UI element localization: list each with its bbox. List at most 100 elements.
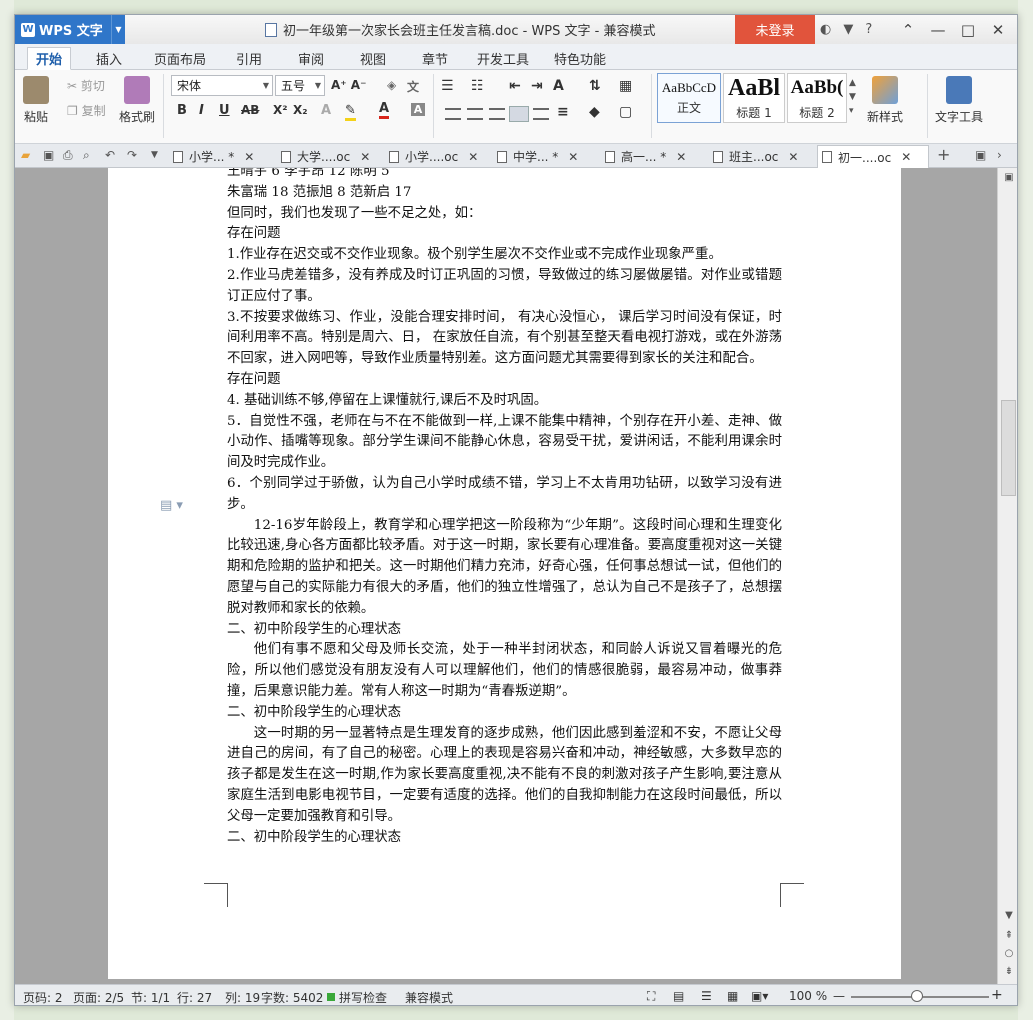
zoom-out-icon[interactable]: — — [833, 989, 845, 1003]
shading-button[interactable]: ◆ — [589, 104, 600, 120]
align-left-icon[interactable] — [445, 108, 461, 120]
subscript-button[interactable]: X₂ — [293, 103, 308, 117]
text-effect-button[interactable]: A — [321, 103, 331, 118]
print-icon[interactable]: ⎙ — [63, 148, 73, 163]
reading-view-icon[interactable]: ▣▾ — [751, 989, 768, 1003]
bullet-list-button[interactable]: ☰ — [441, 78, 454, 94]
web-view-icon[interactable]: ▦ — [727, 989, 738, 1003]
document-page[interactable]: ▤ ▾ 王晴宇 6 李宇昂 12 陈明 5 朱富瑞 18 范振旭 8 范新启 1… — [108, 168, 901, 979]
open-icon[interactable]: ▰ — [21, 148, 30, 162]
tab-insert[interactable]: 插入 — [87, 47, 131, 70]
document-text[interactable]: 王晴宇 6 李宇昂 12 陈明 5 朱富瑞 18 范振旭 8 范新启 17 但同… — [227, 168, 782, 848]
close-icon[interactable]: ✕ — [788, 150, 798, 164]
scrollbar-thumb[interactable] — [1001, 400, 1016, 496]
fullscreen-icon[interactable]: ⛶ — [647, 989, 655, 1004]
pinyin-icon[interactable]: 文 — [407, 78, 419, 95]
numbered-list-button[interactable]: ☷ — [471, 78, 484, 94]
zoom-in-icon[interactable]: + — [991, 987, 1003, 1003]
scrollbar-tool-icon[interactable]: ▣ — [998, 172, 1017, 183]
font-color-button[interactable]: A — [379, 101, 390, 119]
style-heading1[interactable]: AaBl 标题 1 — [723, 73, 785, 123]
tab-review[interactable]: 审阅 — [289, 47, 333, 70]
more-icon[interactable]: › — [997, 148, 1002, 162]
zoom-slider-thumb[interactable] — [911, 990, 923, 1002]
align-right-icon[interactable] — [489, 108, 505, 120]
minimize-button[interactable]: — — [923, 15, 953, 44]
char-scale-button[interactable]: A — [553, 78, 564, 94]
tab-home[interactable]: 开始 — [27, 47, 71, 70]
increase-indent-button[interactable]: ⇥ — [531, 78, 543, 94]
doc-tab[interactable]: 大学....oc ✕ — [277, 145, 383, 168]
line-spacing-button[interactable]: ≡ — [557, 104, 569, 120]
italic-button[interactable]: I — [199, 103, 204, 118]
new-style-button[interactable]: 新样式 — [867, 76, 903, 125]
font-family-select[interactable]: 宋体 ▼ — [171, 75, 273, 96]
login-button[interactable]: 未登录 — [735, 15, 815, 44]
outline-view-icon[interactable]: ☰ — [701, 989, 712, 1003]
doc-tab[interactable]: 小学....oc ✕ — [385, 145, 491, 168]
shirt-icon[interactable]: ▼ — [843, 22, 853, 37]
new-tab-icon[interactable]: + — [937, 145, 950, 164]
skin-icon[interactable]: ◐ — [820, 22, 831, 37]
close-icon[interactable]: ✕ — [676, 150, 686, 164]
paragraph-marker-icon[interactable]: ▤ ▾ — [160, 498, 183, 513]
tab-references[interactable]: 引用 — [227, 47, 271, 70]
next-page-icon[interactable]: ⇟ — [998, 966, 1017, 977]
redo-icon[interactable]: ↷ — [127, 148, 137, 162]
tab-list-icon[interactable]: ▣ — [975, 148, 986, 162]
close-icon[interactable]: ✕ — [901, 150, 911, 164]
text-tools-button[interactable]: 文字工具 — [935, 76, 983, 125]
tab-special[interactable]: 特色功能 — [549, 47, 611, 70]
align-center-icon[interactable] — [467, 108, 483, 120]
help-icon[interactable]: ? — [865, 22, 872, 37]
customize-icon[interactable]: ▼ — [151, 150, 158, 160]
close-icon[interactable]: ✕ — [360, 150, 370, 164]
scroll-down-icon[interactable]: ▼ — [998, 910, 1017, 921]
font-size-select[interactable]: 五号 ▼ — [275, 75, 325, 96]
doc-tab[interactable]: 中学... * ✕ — [493, 145, 599, 168]
style-normal[interactable]: AaBbCcD 正文 — [657, 73, 721, 123]
tab-view[interactable]: 视图 — [351, 47, 395, 70]
grow-font-button[interactable]: A⁺ A⁻ — [331, 78, 366, 92]
style-heading2[interactable]: AaBb( 标题 2 — [787, 73, 847, 123]
save-icon[interactable]: ▣ — [43, 148, 54, 162]
status-word-count[interactable]: 字数: 5402 — [261, 989, 323, 1005]
doc-tab-active[interactable]: 初一....oc ✕ — [817, 145, 929, 168]
highlight-button[interactable]: ✎ — [345, 103, 356, 121]
tab-sections[interactable]: 章节 — [413, 47, 457, 70]
close-icon[interactable]: ✕ — [468, 150, 478, 164]
sort-button[interactable]: ⇅ — [589, 78, 601, 94]
copy-button[interactable]: ❐ 复制 — [67, 102, 106, 119]
page-view-icon[interactable]: ▤ — [673, 989, 684, 1003]
border-button[interactable]: ▢ — [619, 104, 632, 120]
tab-developer[interactable]: 开发工具 — [473, 47, 533, 70]
justify-icon[interactable] — [509, 106, 529, 122]
decrease-indent-button[interactable]: ⇤ — [509, 78, 521, 94]
app-menu-button[interactable]: W WPS 文字 ▼ — [15, 15, 125, 44]
paste-button[interactable]: 粘贴 — [23, 76, 49, 125]
doc-tab[interactable]: 班主...oc ✕ — [709, 145, 815, 168]
table-border-button[interactable]: ▦ — [619, 78, 632, 94]
zoom-level[interactable]: 100 % — [789, 989, 827, 1003]
chevron-down-icon[interactable]: ▼ — [111, 15, 125, 44]
bold-button[interactable]: B — [177, 103, 187, 118]
close-icon[interactable]: ✕ — [568, 150, 578, 164]
status-page-number[interactable]: 页码: 2 — [23, 989, 63, 1005]
clear-format-icon[interactable]: ◈ — [387, 78, 396, 92]
print-preview-icon[interactable]: ⌕ — [83, 148, 90, 163]
doc-tab[interactable]: 高一... * ✕ — [601, 145, 707, 168]
underline-button[interactable]: U — [219, 103, 230, 118]
status-spellcheck[interactable]: 拼写检查 — [339, 989, 387, 1005]
format-painter-button[interactable]: 格式刷 — [119, 76, 155, 125]
status-pages[interactable]: 页面: 2/5 — [73, 989, 124, 1005]
doc-tab[interactable]: 小学... * ✕ — [169, 145, 275, 168]
tab-page-layout[interactable]: 页面布局 — [149, 47, 211, 70]
strikethrough-button[interactable]: AB — [241, 103, 259, 117]
style-scroll-icon[interactable]: ▲ ▼ ▾ — [849, 76, 856, 118]
browse-object-icon[interactable]: ○ — [998, 948, 1017, 959]
prev-page-icon[interactable]: ⇞ — [998, 930, 1017, 941]
close-icon[interactable]: ✕ — [244, 150, 254, 164]
collapse-ribbon-icon[interactable]: ⌃ — [893, 15, 923, 44]
cut-button[interactable]: ✂ 剪切 — [67, 77, 105, 94]
vertical-scrollbar[interactable]: ▣ ▼ ⇞ ○ ⇟ — [997, 168, 1017, 984]
